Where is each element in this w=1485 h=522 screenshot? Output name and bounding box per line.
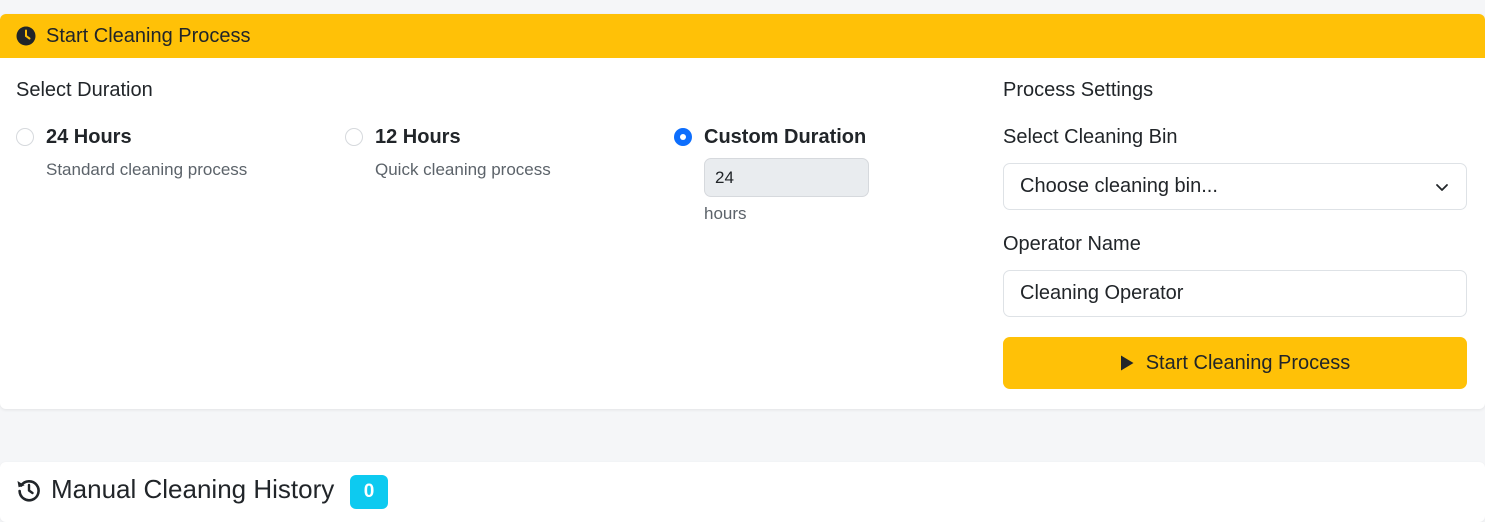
clock-icon — [16, 26, 36, 46]
cleaning-bin-select-value: Choose cleaning bin... — [1020, 175, 1218, 197]
process-settings-title: Process Settings — [1003, 79, 1154, 101]
card-header: Start Cleaning Process — [0, 14, 1485, 58]
start-cleaning-button[interactable]: Start Cleaning Process — [1003, 337, 1467, 389]
history-count-badge: 0 — [350, 475, 388, 509]
play-icon — [1120, 355, 1134, 371]
history-title: Manual Cleaning History — [51, 474, 335, 504]
chevron-down-icon — [1434, 179, 1450, 195]
radio-24-hours[interactable] — [16, 128, 34, 146]
start-cleaning-card: Start Cleaning Process Select Duration 2… — [0, 14, 1485, 409]
bin-label: Select Cleaning Bin — [1003, 126, 1178, 148]
radio-label-12-hours[interactable]: 12 Hours — [375, 126, 461, 149]
custom-duration-unit: hours — [704, 204, 747, 223]
radio-desc-12-hours: Quick cleaning process — [375, 160, 551, 179]
operator-name-input[interactable]: Cleaning Operator — [1003, 270, 1467, 317]
start-cleaning-button-label: Start Cleaning Process — [1145, 351, 1351, 374]
radio-label-custom-duration[interactable]: Custom Duration — [704, 126, 866, 149]
radio-custom-duration[interactable] — [674, 128, 692, 146]
manual-cleaning-history-card: Manual Cleaning History 0 — [0, 462, 1485, 522]
radio-12-hours[interactable] — [345, 128, 363, 146]
custom-duration-input[interactable]: 24 — [704, 158, 869, 197]
radio-desc-24-hours: Standard cleaning process — [46, 160, 248, 179]
operator-label: Operator Name — [1003, 233, 1141, 255]
cleaning-bin-select[interactable]: Choose cleaning bin... — [1003, 163, 1467, 210]
radio-label-24-hours[interactable]: 24 Hours — [46, 126, 132, 149]
history-icon — [16, 477, 42, 503]
select-duration-title: Select Duration — [16, 79, 153, 101]
card-title: Start Cleaning Process — [46, 24, 251, 47]
